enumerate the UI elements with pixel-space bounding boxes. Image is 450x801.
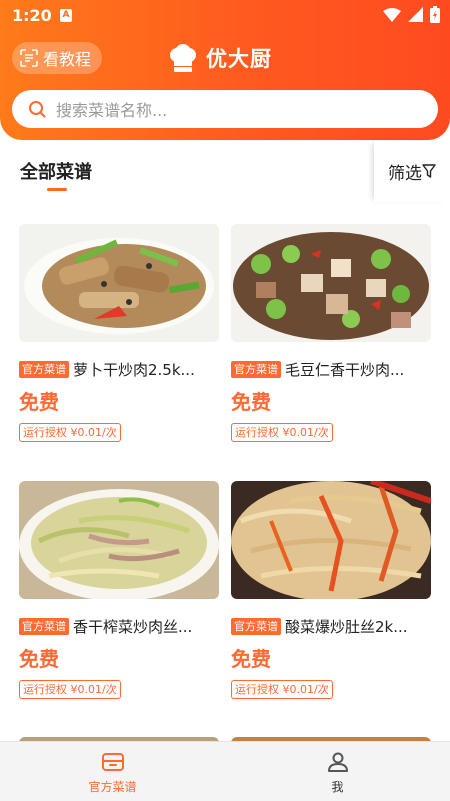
recipe-title-row: 官方菜谱 毛豆仁香干炒肉...: [231, 359, 431, 379]
recipe-photo: [19, 224, 219, 342]
filter-button[interactable]: 筛选: [374, 140, 450, 202]
app-root: 1:20 A 看教程 优大厨 搜索菜谱名称... 全部菜谱 筛选 官方菜谱 萝卜…: [0, 0, 450, 801]
bottom-nav: 官方菜谱 我: [0, 741, 450, 801]
run-license-badge: 运行授权 ¥0.01/次: [231, 423, 333, 442]
recipe-card[interactable]: 官方菜谱 萝卜干炒肉2.5k... 免费 运行授权 ¥0.01/次: [19, 224, 219, 442]
status-time: 1:20: [12, 6, 52, 25]
tutorial-label: 看教程: [43, 50, 92, 69]
official-tag: 官方菜谱: [231, 360, 281, 378]
recipe-price: 免费: [19, 647, 59, 671]
user-icon: [327, 752, 348, 772]
recipe-price: 免费: [231, 647, 271, 671]
recipe-title-row: 官方菜谱 香干榨菜炒肉丝...: [19, 616, 219, 636]
recipe-title-row: 官方菜谱 酸菜爆炒肚丝2k...: [231, 616, 431, 636]
run-license-badge: 运行授权 ¥0.01/次: [231, 680, 333, 699]
tab-all-recipes[interactable]: 全部菜谱: [20, 158, 92, 184]
active-tab-indicator: [47, 188, 67, 191]
recipe-photo: [231, 224, 431, 342]
official-tag: 官方菜谱: [19, 617, 69, 635]
search-bar[interactable]: 搜索菜谱名称...: [12, 90, 438, 128]
recipe-title-row: 官方菜谱 萝卜干炒肉2.5k...: [19, 359, 219, 379]
search-icon: [29, 101, 46, 118]
header: 1:20 A 看教程 优大厨 搜索菜谱名称...: [0, 0, 450, 140]
run-license-badge: 运行授权 ¥0.01/次: [19, 680, 121, 699]
recipe-card[interactable]: 官方菜谱 毛豆仁香干炒肉... 免费 运行授权 ¥0.01/次: [231, 224, 431, 442]
recipe-box-icon: [101, 753, 124, 771]
recipe-card[interactable]: 官方菜谱 香干榨菜炒肉丝... 免费 运行授权 ¥0.01/次: [19, 481, 219, 699]
signal-icon: [408, 7, 423, 22]
chef-hat-icon: [170, 44, 196, 72]
category-tab-bar: 全部菜谱 筛选: [0, 140, 450, 202]
recipe-title: 香干榨菜炒肉丝...: [73, 617, 193, 636]
search-placeholder: 搜索菜谱名称...: [56, 101, 168, 120]
status-bar: 1:20 A: [0, 0, 450, 32]
filter-label: 筛选: [388, 163, 422, 184]
official-tag: 官方菜谱: [231, 617, 281, 635]
recipe-title: 毛豆仁香干炒肉...: [285, 360, 405, 379]
system-icons: [383, 6, 440, 23]
recipe-card[interactable]: 官方菜谱 酸菜爆炒肚丝2k... 免费 运行授权 ¥0.01/次: [231, 481, 431, 699]
brand: 优大厨: [168, 42, 272, 74]
battery-icon: [430, 6, 440, 23]
nav-label: 我: [331, 780, 344, 794]
wifi-icon: [383, 7, 401, 22]
nav-label: 官方菜谱: [88, 780, 137, 794]
recipe-price: 免费: [19, 390, 59, 414]
tutorial-button[interactable]: 看教程: [12, 42, 102, 74]
filter-funnel-icon: [422, 164, 436, 178]
recipe-photo: [19, 481, 219, 599]
recipe-title: 酸菜爆炒肚丝2k...: [285, 617, 408, 636]
nav-official-recipes[interactable]: 官方菜谱: [0, 742, 225, 801]
official-tag: 官方菜谱: [19, 360, 69, 378]
scan-icon: [20, 49, 38, 67]
brand-name: 优大厨: [206, 47, 272, 71]
recipe-price: 免费: [231, 390, 271, 414]
recipe-title: 萝卜干炒肉2.5k...: [73, 360, 195, 379]
notification-app-icon: A: [60, 9, 72, 22]
nav-me[interactable]: 我: [225, 742, 450, 801]
recipe-photo: [231, 481, 431, 599]
run-license-badge: 运行授权 ¥0.01/次: [19, 423, 121, 442]
